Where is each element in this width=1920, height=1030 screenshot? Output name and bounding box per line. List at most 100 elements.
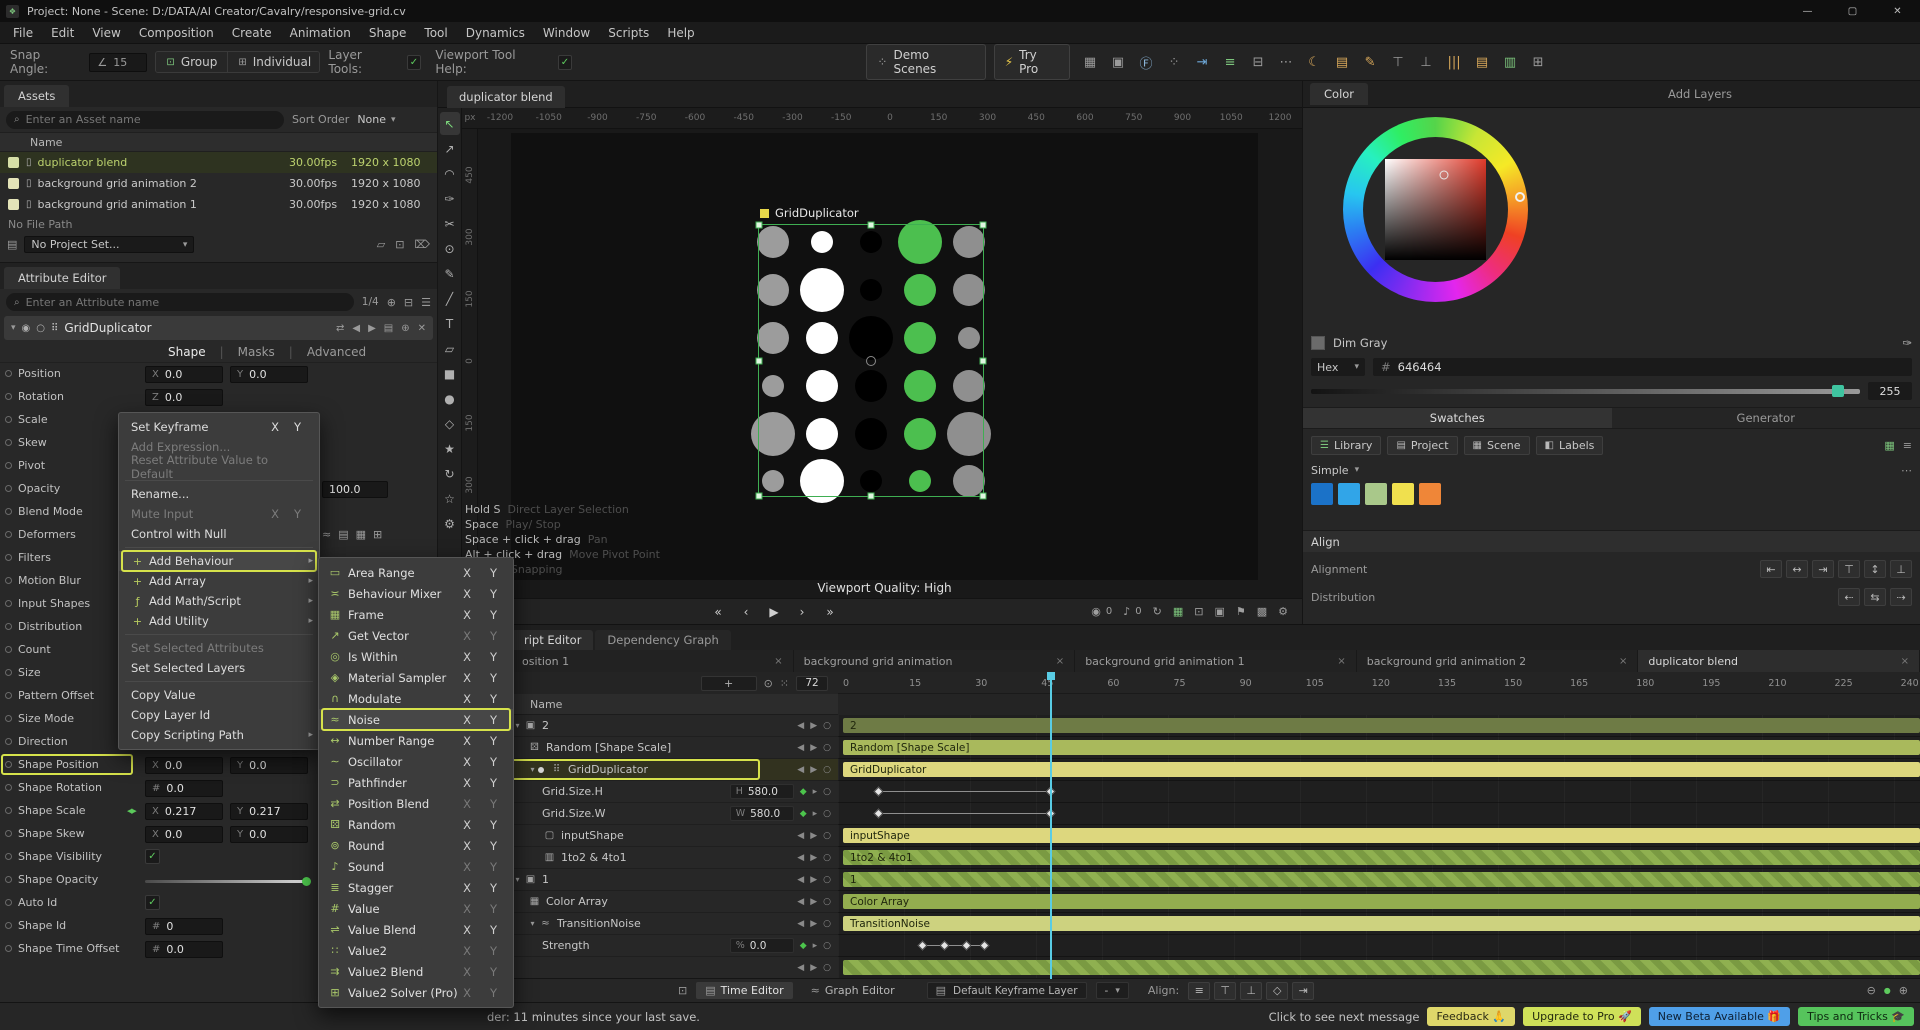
- track-bar[interactable]: TransitionNoise: [843, 916, 1920, 931]
- go-start-button[interactable]: «: [710, 605, 726, 619]
- track-bar[interactable]: 2: [843, 718, 1920, 733]
- menu-item-reset-attribute-value-to-default[interactable]: Reset Attribute Value to Default: [119, 453, 319, 481]
- attribute-socket-icon[interactable]: [5, 784, 12, 791]
- menu-item-set-keyframe[interactable]: Set Keyframe X Y: [119, 417, 319, 437]
- polygon-tool[interactable]: ◇: [440, 412, 460, 435]
- menu-item-set-selected-attributes[interactable]: Set Selected Attributes: [119, 638, 319, 658]
- connect-icon[interactable]: ○: [823, 875, 831, 885]
- next-key-icon[interactable]: ▶: [810, 721, 817, 731]
- ellipse-tool[interactable]: ●: [440, 387, 460, 410]
- keyframe[interactable]: [873, 808, 884, 819]
- tips-button[interactable]: Tips and Tricks 🎓: [1798, 1007, 1914, 1026]
- attribute-socket-icon[interactable]: [5, 554, 12, 561]
- zoom-plus-icon[interactable]: ⊕: [387, 296, 396, 309]
- keyframe-y-button[interactable]: Y: [490, 944, 497, 958]
- eyedropper-icon[interactable]: ✑: [1902, 336, 1912, 350]
- alpha-slider-handle[interactable]: [1832, 384, 1844, 397]
- attribute-socket-icon[interactable]: [5, 577, 12, 584]
- tab-shape[interactable]: Shape: [168, 345, 206, 359]
- keyframe-x-button[interactable]: X: [463, 692, 471, 706]
- panel-icon[interactable]: ▣: [1106, 51, 1130, 73]
- align-left-icon[interactable]: ⇤: [1760, 560, 1782, 578]
- tab-masks[interactable]: Masks: [238, 345, 275, 359]
- monitor-icon[interactable]: ⊡: [395, 238, 404, 251]
- keyframe-x-button[interactable]: X: [463, 944, 471, 958]
- connect-icon[interactable]: ○: [823, 831, 831, 841]
- align-top-icon[interactable]: ⊤: [1386, 51, 1410, 73]
- snap-angle-field[interactable]: ∠ 15: [89, 52, 148, 72]
- attribute-socket-icon[interactable]: [5, 715, 12, 722]
- next-key-icon[interactable]: ▸: [813, 941, 818, 951]
- project-set-dropdown[interactable]: No Project Set... ▾: [24, 236, 195, 253]
- keyframe-x-button[interactable]: X: [463, 734, 471, 748]
- attr-value-field[interactable]: 100.0: [322, 481, 388, 498]
- slider-handle[interactable]: [302, 877, 311, 886]
- upgrade-button[interactable]: Upgrade to Pro 🚀: [1523, 1007, 1641, 1026]
- submenu-item-value2-blend[interactable]: ⇉ Value2 Blend X Y: [319, 961, 513, 982]
- submenu-item-material-sampler[interactable]: ◈ Material Sampler X Y: [319, 667, 513, 688]
- keyframe-y-button[interactable]: Y: [490, 776, 497, 790]
- attr-value-field[interactable]: Y 0.0: [230, 366, 308, 383]
- keyframe-x-button[interactable]: X: [463, 608, 471, 622]
- keyframe-x-button[interactable]: X: [463, 629, 471, 643]
- tl-align-rows-icon[interactable]: ≡: [1188, 981, 1211, 1000]
- moon-icon[interactable]: ☾: [1302, 51, 1326, 73]
- connect-icon[interactable]: ○: [823, 853, 831, 863]
- menu-shape[interactable]: Shape: [360, 24, 416, 42]
- submenu-item-value2[interactable]: ∷ Value2 X Y: [319, 940, 513, 961]
- sv-marker[interactable]: [1439, 170, 1449, 180]
- dropper-tool[interactable]: ✑: [440, 187, 460, 210]
- align-bottom-icon[interactable]: ⊥: [1890, 560, 1912, 578]
- next-key-icon[interactable]: ▶: [810, 897, 817, 907]
- expand-caret-icon[interactable]: ▾: [527, 919, 538, 928]
- attribute-socket-icon[interactable]: [5, 623, 12, 630]
- tab-advanced[interactable]: Advanced: [307, 345, 366, 359]
- keyframe-y-button[interactable]: Y: [490, 923, 497, 937]
- connect-icon[interactable]: ○: [823, 897, 831, 907]
- asset-row-background-grid-animation-2[interactable]: ▯ background grid animation 2 30.00fps 1920…: [0, 173, 437, 194]
- tab-add-layers[interactable]: Add Layers: [1668, 87, 1732, 101]
- selection-handle[interactable]: [755, 221, 763, 229]
- individual-button[interactable]: ⊞ Individual: [227, 52, 320, 72]
- submenu-item-modulate[interactable]: ∩ Modulate X Y: [319, 688, 513, 709]
- keyframe-y-button[interactable]: Y: [490, 860, 497, 874]
- track-row-strength[interactable]: [838, 935, 1920, 957]
- keyframe-y-button[interactable]: Y: [490, 587, 497, 601]
- collapse-caret-icon[interactable]: ▾: [11, 323, 16, 333]
- checker-icon[interactable]: ▩: [1257, 605, 1267, 618]
- submenu-item-get-vector[interactable]: ↗ Get Vector X Y: [319, 625, 513, 646]
- keyframe-diamond-icon[interactable]: ◆: [800, 809, 807, 819]
- pen-tool[interactable]: ✎: [440, 262, 460, 285]
- list-view-icon[interactable]: ≡: [1903, 439, 1912, 452]
- feedback-button[interactable]: Feedback 🙏: [1427, 1007, 1516, 1026]
- solo-icon[interactable]: ○: [36, 323, 45, 334]
- brush-icon[interactable]: ⊙: [764, 677, 773, 690]
- attribute-socket-icon[interactable]: [5, 853, 12, 860]
- attribute-value-field[interactable]: W 580.0: [729, 806, 794, 821]
- text-tool[interactable]: T: [440, 312, 460, 335]
- selection-handle[interactable]: [979, 221, 987, 229]
- menu-create[interactable]: Create: [223, 24, 281, 42]
- flag-icon[interactable]: ⚑: [1236, 605, 1246, 618]
- attr-value-field[interactable]: Y 0.0: [230, 757, 308, 774]
- play-button[interactable]: ▶: [766, 605, 782, 619]
- submenu-item-stagger[interactable]: ≣ Stagger X Y: [319, 877, 513, 898]
- track-bar[interactable]: Color Array: [843, 894, 1920, 909]
- attribute-socket-icon[interactable]: [5, 807, 12, 814]
- keyframe[interactable]: [962, 940, 972, 951]
- connect-icon[interactable]: ○: [823, 941, 831, 951]
- attr-row-position[interactable]: Position X 0.0 Y 0.0: [0, 363, 437, 386]
- graph-editor-button[interactable]: ≈ Graph Editor: [802, 982, 904, 999]
- attr-extra-icon[interactable]: ▦: [356, 528, 366, 541]
- menu-file[interactable]: File: [4, 24, 42, 42]
- submenu-item-value2-solver-pro[interactable]: ⊞ Value2 Solver (Pro) X Y: [319, 982, 513, 1003]
- submenu-item-is-within[interactable]: ◎ Is Within X Y: [319, 646, 513, 667]
- next-key-icon[interactable]: ▸: [813, 787, 818, 797]
- attribute-socket-icon[interactable]: [5, 416, 12, 423]
- submenu-item-value-blend[interactable]: ⇌ Value Blend X Y: [319, 919, 513, 940]
- prev-key-icon[interactable]: ◀: [797, 875, 804, 885]
- track-bar[interactable]: Random [Shape Scale]: [843, 740, 1920, 755]
- close-icon[interactable]: ✕: [418, 323, 426, 334]
- keyframe-y-button[interactable]: Y: [490, 629, 497, 643]
- swatch-4[interactable]: [1419, 483, 1441, 505]
